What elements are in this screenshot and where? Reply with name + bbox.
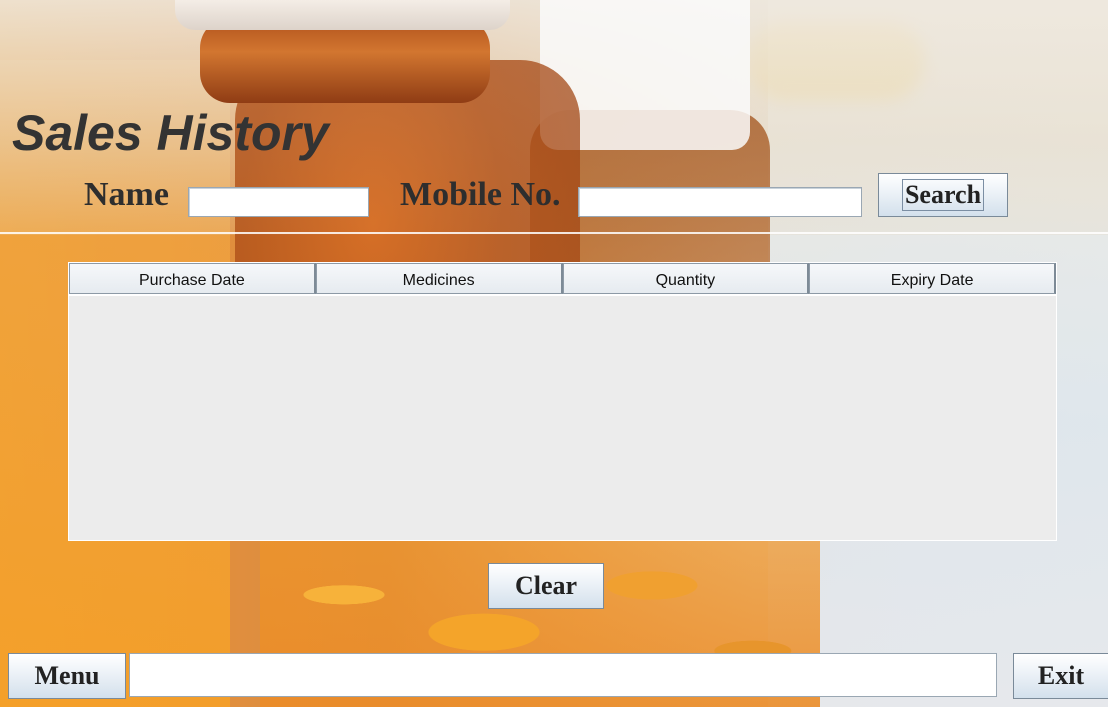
table-header: Purchase Date Medicines Quantity Expiry …: [69, 263, 1056, 296]
clear-button[interactable]: Clear: [488, 563, 604, 609]
table-body[interactable]: [69, 296, 1056, 540]
status-field[interactable]: [129, 653, 997, 697]
mobile-label: Mobile No.: [400, 176, 561, 213]
page-title: Sales History: [12, 105, 329, 161]
name-input[interactable]: [188, 187, 369, 217]
column-header-medicines[interactable]: Medicines: [315, 263, 563, 294]
menu-button[interactable]: Menu: [8, 653, 126, 699]
exit-button[interactable]: Exit: [1013, 653, 1108, 699]
menu-button-label: Menu: [34, 661, 100, 690]
column-header-expiry-date[interactable]: Expiry Date: [809, 263, 1056, 294]
divider: [0, 232, 1108, 234]
mobile-input[interactable]: [578, 187, 862, 217]
column-header-purchase-date[interactable]: Purchase Date: [69, 263, 316, 294]
search-button-label: Search: [901, 179, 985, 211]
sales-table[interactable]: Purchase Date Medicines Quantity Expiry …: [68, 262, 1057, 541]
clear-button-label: Clear: [514, 571, 578, 600]
search-button[interactable]: Search: [878, 173, 1008, 217]
exit-button-label: Exit: [1037, 661, 1085, 690]
name-label: Name: [84, 176, 169, 213]
column-header-quantity[interactable]: Quantity: [562, 263, 810, 294]
